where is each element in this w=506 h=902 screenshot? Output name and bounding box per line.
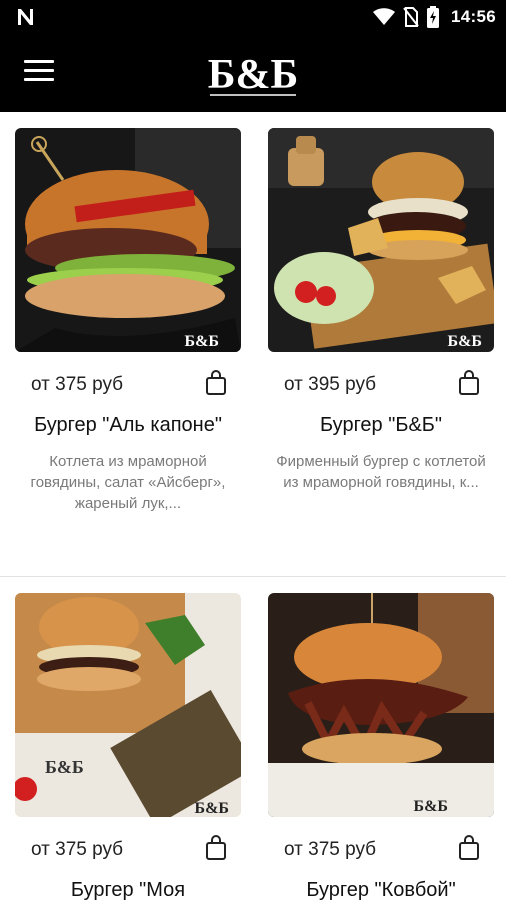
product-price: от 375 руб <box>31 374 124 395</box>
product-card[interactable]: Б&Б от 375 руб Бургер "Аль капоне" Котле… <box>15 128 241 514</box>
no-sim-icon <box>403 7 419 27</box>
product-image[interactable]: Б&Б <box>268 593 494 817</box>
image-watermark: Б&Б <box>195 800 229 817</box>
product-row: Б&Б от 375 руб Бургер "Аль капоне" Котле… <box>0 112 506 577</box>
svg-text:Б&Б: Б&Б <box>45 757 84 777</box>
product-title[interactable]: Бургер "Аль капоне" <box>15 414 241 437</box>
product-price: от 395 руб <box>284 374 377 395</box>
hamburger-menu-icon[interactable] <box>24 60 54 86</box>
product-title[interactable]: Бургер "Ковбой" <box>268 879 494 902</box>
shopping-bag-icon[interactable] <box>458 835 480 861</box>
shopping-bag-icon[interactable] <box>205 835 227 861</box>
product-title[interactable]: Бургер "Моя <box>15 879 241 902</box>
price-row: от 395 руб <box>268 360 494 408</box>
product-title[interactable]: Бургер "Б&Б" <box>268 414 494 437</box>
product-price: от 375 руб <box>31 839 124 860</box>
price-row: от 375 руб <box>15 825 241 873</box>
n-logo-icon <box>18 9 33 25</box>
battery-charging-icon <box>427 6 440 28</box>
product-card[interactable]: Б&Б от 375 руб Бургер "Ковбой" <box>268 593 494 902</box>
shopping-bag-icon[interactable] <box>458 370 480 396</box>
product-image[interactable]: Б&Б <box>15 128 241 352</box>
status-time: 14:56 <box>451 7 496 26</box>
product-price: от 375 руб <box>284 839 377 860</box>
image-watermark: Б&Б <box>185 333 219 350</box>
row-divider <box>0 576 506 577</box>
brand-logo[interactable]: Б&Б <box>206 44 300 102</box>
product-grid: Б&Б от 375 руб Бургер "Аль капоне" Котле… <box>0 112 506 901</box>
price-row: от 375 руб <box>268 825 494 873</box>
app-bar: Б&Б <box>0 34 506 112</box>
product-card[interactable]: Б&Б от 395 руб Бургер "Б&Б" Фирменный бу… <box>268 128 494 493</box>
status-bar: 14:56 <box>0 0 506 34</box>
price-row: от 375 руб <box>15 360 241 408</box>
product-description: Фирменный бургер с котлетой из мраморной… <box>276 453 486 491</box>
product-image[interactable]: Б&Б <box>268 128 494 352</box>
wifi-icon <box>373 8 396 25</box>
product-image[interactable]: Б&Б Б&Б <box>15 593 241 817</box>
image-watermark: Б&Б <box>414 798 448 815</box>
image-watermark: Б&Б <box>448 333 482 350</box>
product-card[interactable]: Б&Б Б&Б от 375 руб Бургер "Моя <box>15 593 241 902</box>
product-description: Котлета из мраморной говядины, салат «Ай… <box>30 453 226 512</box>
shopping-bag-icon[interactable] <box>205 370 227 396</box>
brand-logo-text: Б&Б <box>208 52 299 98</box>
